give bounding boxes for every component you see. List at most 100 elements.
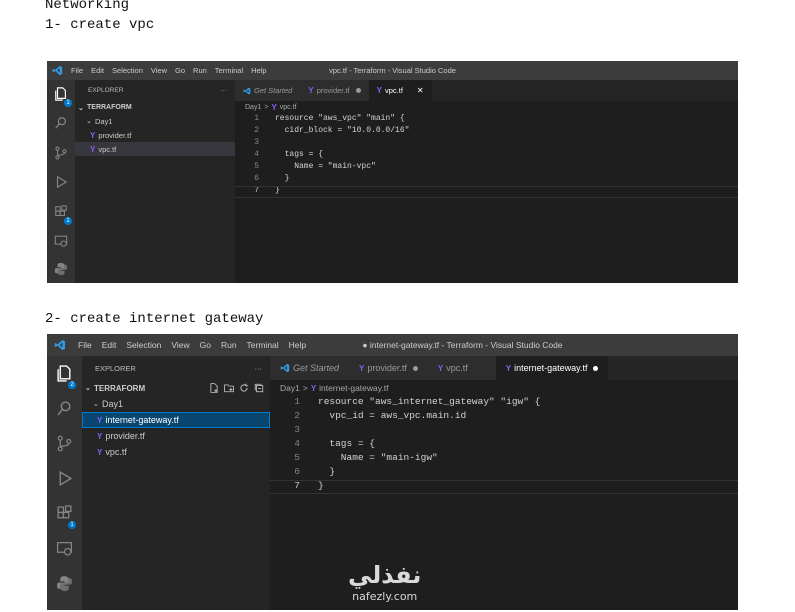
terraform-icon: Y	[271, 103, 277, 112]
remote-explorer-activity[interactable]	[47, 531, 82, 566]
tab-get-started[interactable]: Get Started	[270, 356, 350, 380]
remote-explorer-activity[interactable]	[47, 227, 75, 256]
extensions-activity[interactable]: 1	[47, 496, 82, 531]
file-label: provider.tf	[105, 431, 145, 441]
unsaved-dot-icon	[593, 365, 599, 371]
extensions-badge: 1	[64, 216, 72, 225]
tab-provider[interactable]: Y provider.tf	[300, 80, 369, 101]
breadcrumb-file[interactable]: vpc.tf	[280, 104, 297, 111]
file-item-provider[interactable]: Y provider.tf	[75, 128, 235, 142]
explorer-more-button[interactable]: ···	[255, 364, 263, 373]
remote-explorer-icon	[54, 235, 68, 247]
code-editor[interactable]: 1 resource "aws_internet_gateway" "igw" {…	[270, 396, 738, 494]
run-debug-activity[interactable]	[47, 168, 75, 198]
editor-area: Get Started Y provider.tf Y vpc.tf ✕ Day…	[235, 80, 738, 283]
folder-day1[interactable]: ⌄ Day1	[75, 114, 235, 128]
refresh-icon[interactable]	[239, 383, 249, 393]
vscode-logo-icon	[47, 65, 67, 76]
file-item-provider[interactable]: Y provider.tf	[82, 428, 270, 444]
source-control-icon	[57, 435, 72, 452]
explorer-badge: 1	[64, 98, 72, 107]
source-control-activity[interactable]	[47, 426, 82, 461]
chevron-down-icon: ⌄	[78, 104, 84, 112]
root-folder-title: ⌄ TERRAFORM	[85, 384, 145, 393]
file-label: internet-gateway.tf	[105, 415, 179, 425]
menu-run[interactable]: Run	[216, 340, 242, 350]
terraform-icon: Y	[437, 363, 444, 373]
explorer-more-button[interactable]: ···	[221, 87, 228, 94]
folder-label: Day1	[102, 399, 124, 409]
python-activity[interactable]	[47, 566, 82, 601]
explorer-activity[interactable]: 2	[47, 356, 82, 391]
tab-label: internet-gateway.tf	[514, 363, 588, 373]
new-folder-icon[interactable]	[224, 383, 234, 393]
tab-internet-gateway[interactable]: Y internet-gateway.tf	[495, 356, 609, 380]
python-icon	[54, 263, 68, 276]
python-activity[interactable]	[47, 255, 75, 283]
menu-edit[interactable]: Edit	[87, 66, 108, 75]
breadcrumb-folder[interactable]: Day1	[280, 383, 300, 393]
breadcrumb: Day1 > Y vpc.tf	[235, 101, 738, 114]
tab-label: Get Started	[254, 86, 293, 95]
code-editor[interactable]: 1 resource "aws_vpc" "main" { 2 cidr_bloc…	[235, 114, 738, 198]
file-item-vpc[interactable]: Y vpc.tf	[75, 142, 235, 156]
tab-get-started[interactable]: Get Started	[235, 80, 301, 101]
collapse-all-icon[interactable]	[254, 383, 264, 393]
menu-file[interactable]: File	[73, 340, 97, 350]
menu-selection[interactable]: Selection	[108, 66, 147, 75]
run-debug-activity[interactable]	[47, 461, 82, 496]
terraform-icon: Y	[97, 431, 103, 441]
code-line: 1 resource "aws_vpc" "main" {	[254, 114, 405, 123]
terraform-icon: Y	[90, 130, 96, 140]
menu-go[interactable]: Go	[171, 66, 189, 75]
menu-edit[interactable]: Edit	[97, 340, 122, 350]
extensions-activity[interactable]: 1	[47, 197, 75, 227]
terraform-icon: Y	[376, 86, 382, 95]
file-label: provider.tf	[98, 130, 132, 140]
explorer-actions	[209, 383, 264, 393]
search-icon	[55, 117, 66, 129]
extensions-badge: 1	[68, 521, 76, 529]
menu-help[interactable]: Help	[284, 340, 311, 350]
terraform-icon: Y	[97, 447, 103, 457]
breadcrumb: Day1 > Y internet-gateway.tf	[270, 380, 738, 396]
vscode-icon	[243, 87, 251, 94]
code-line: 2 vpc_id = aws_vpc.main.id	[294, 410, 467, 421]
code-line: 3	[254, 138, 259, 147]
tab-label: provider.tf	[367, 363, 407, 373]
new-file-icon[interactable]	[209, 383, 219, 393]
menu-terminal[interactable]: Terminal	[242, 340, 284, 350]
file-item-internet-gateway[interactable]: Y internet-gateway.tf	[82, 412, 270, 428]
menu-bar: File Edit Selection View Go Run Terminal…	[73, 340, 311, 350]
menu-run[interactable]: Run	[189, 66, 211, 75]
close-icon[interactable]: ✕	[417, 86, 424, 95]
tab-vpc[interactable]: Y vpc.tf	[427, 356, 496, 380]
menu-go[interactable]: Go	[195, 340, 216, 350]
menu-view[interactable]: View	[147, 66, 171, 75]
files-icon	[57, 365, 71, 382]
breadcrumb-file[interactable]: internet-gateway.tf	[319, 383, 388, 393]
code-line: 1 resource "aws_internet_gateway" "igw" {	[294, 396, 541, 407]
menu-view[interactable]: View	[166, 340, 194, 350]
root-folder-label: TERRAFORM	[94, 383, 146, 393]
code-line: 2 cidr_block = "10.0.0.0/16"	[254, 126, 410, 135]
terraform-icon: Y	[505, 363, 512, 373]
tab-label: vpc.tf	[446, 363, 468, 373]
folder-day1[interactable]: ⌄ Day1	[82, 396, 270, 412]
file-item-vpc[interactable]: Y vpc.tf	[82, 444, 270, 460]
explorer-activity[interactable]: 1	[47, 80, 75, 109]
folder-root[interactable]: ⌄ TERRAFORM	[82, 380, 270, 396]
search-activity[interactable]	[47, 391, 82, 426]
menu-selection[interactable]: Selection	[121, 340, 166, 350]
folder-root[interactable]: ⌄ TERRAFORM	[75, 101, 235, 114]
breadcrumb-folder[interactable]: Day1	[245, 104, 261, 111]
watermark-url: nafezly.com	[352, 590, 418, 603]
tab-provider[interactable]: Y provider.tf	[349, 356, 428, 380]
menu-file[interactable]: File	[67, 66, 87, 75]
menu-terminal[interactable]: Terminal	[211, 66, 247, 75]
explorer-header: EXPLORER ···	[75, 80, 235, 101]
source-control-activity[interactable]	[47, 138, 75, 168]
menu-help[interactable]: Help	[247, 66, 270, 75]
tab-vpc[interactable]: Y vpc.tf ✕	[368, 80, 432, 101]
search-activity[interactable]	[47, 109, 75, 139]
